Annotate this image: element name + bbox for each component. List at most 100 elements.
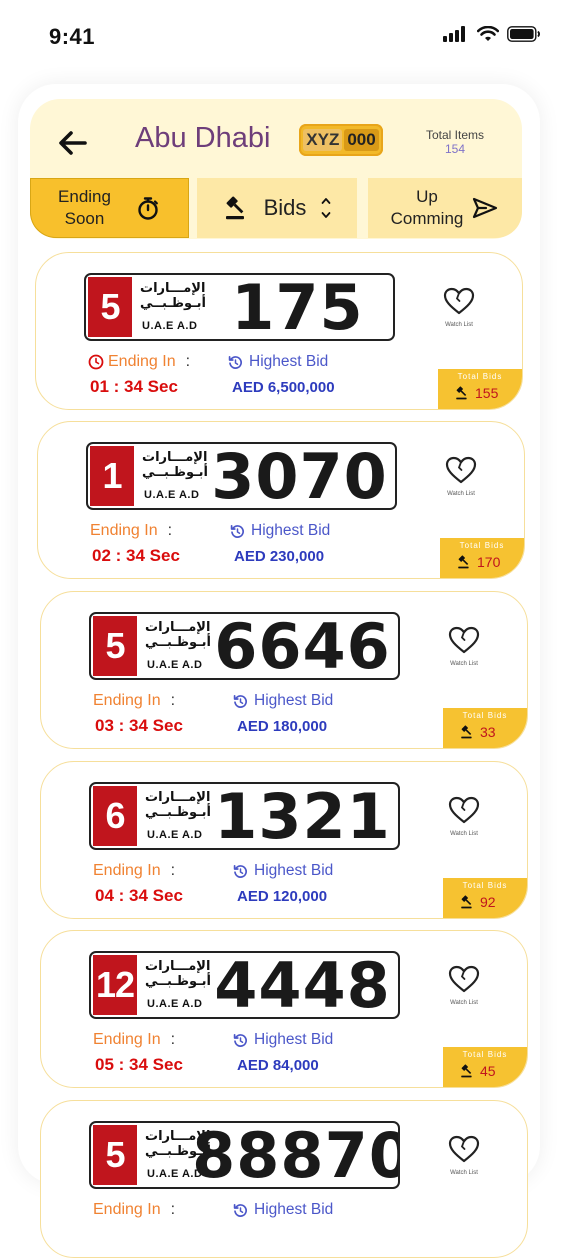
watch-list-button[interactable]: Watch List	[444, 964, 484, 1006]
clock-icon	[88, 354, 104, 370]
watch-list-label: Watch List	[450, 1000, 478, 1006]
gavel-icon	[461, 895, 472, 909]
listing-card[interactable]: 6 الإمـــارات أبـوظـبــي U.A.E A.D 1321 …	[40, 761, 528, 919]
send-icon	[473, 197, 498, 219]
tab-upcoming-line1: Up	[416, 187, 438, 206]
plate-arabic-line1: الإمـــارات	[145, 790, 211, 805]
ending-in-label: Ending In :	[93, 862, 175, 880]
highest-bid-label: Highest Bid	[228, 353, 328, 371]
watch-list-button[interactable]: Watch List	[444, 625, 484, 667]
listing-card[interactable]: 5 الإمـــارات أبـوظـبــي U.A.E A.D 6646 …	[40, 591, 528, 749]
total-bids-label: Total Bids	[462, 1050, 508, 1059]
watch-list-label: Watch List	[450, 1170, 478, 1176]
total-bids-count: 170	[477, 554, 501, 570]
plate-arabic-line2: أبـوظـبــي	[145, 805, 211, 820]
total-bids-value-row: 33	[459, 724, 496, 740]
gavel-icon	[461, 725, 472, 739]
heart-icon	[448, 1135, 480, 1163]
plate-number: 88870	[192, 1121, 400, 1189]
listing-card[interactable]: 5 الإمـــارات أبـوظـبــي U.A.E A.D 88870…	[40, 1100, 528, 1258]
plate-arabic-text: الإمـــارات أبـوظـبــي	[140, 281, 206, 311]
highest-bid-text: Highest Bid	[251, 522, 331, 539]
plate-code: 12	[93, 955, 137, 1015]
total-bids-label: Total Bids	[459, 541, 505, 550]
status-bar: 9:41	[0, 0, 563, 70]
watch-list-button[interactable]: Watch List	[439, 286, 479, 328]
time-left: 01 : 34 Sec	[90, 377, 178, 396]
ending-in-colon: :	[170, 862, 176, 879]
total-bids-count: 33	[480, 724, 496, 740]
listing-card[interactable]: 5 الإمـــارات أبـوظـبــي U.A.E A.D 175 W…	[35, 252, 523, 410]
tab-bids[interactable]: Bids	[197, 178, 357, 238]
heart-icon	[448, 626, 480, 654]
tab-upcoming[interactable]: Up Comming	[368, 178, 522, 238]
total-bids-badge: Total Bids 45	[443, 1047, 527, 1087]
ending-in-label: Ending In :	[93, 692, 175, 710]
status-time: 9:41	[49, 24, 96, 49]
highest-bid-value: AED 120,000	[237, 888, 328, 905]
stopwatch-icon	[138, 197, 158, 220]
gavel-icon	[456, 386, 467, 400]
highest-bid-label: Highest Bid	[233, 692, 333, 710]
total-bids-value-row: 92	[459, 894, 496, 910]
plate-emirate-text: U.A.E A.D	[144, 489, 200, 501]
watch-list-label: Watch List	[445, 322, 473, 328]
time-left: 02 : 34 Sec	[92, 546, 180, 565]
plate-arabic-text: الإمـــارات أبـوظـبــي	[145, 790, 211, 820]
plate-arabic-line1: الإمـــارات	[140, 281, 206, 296]
total-bids-value-row: 170	[456, 554, 500, 570]
plate-emirate-text: U.A.E A.D	[147, 659, 203, 671]
heart-icon	[443, 287, 475, 315]
heart-icon	[445, 456, 477, 484]
signal-icon	[443, 26, 465, 42]
watch-list-button[interactable]: Watch List	[441, 455, 481, 497]
highest-bid-text: Highest Bid	[254, 1031, 334, 1048]
highest-bid-label: Highest Bid	[233, 862, 333, 880]
number-plate: 1 الإمـــارات أبـوظـبــي U.A.E A.D 3070	[86, 442, 397, 510]
ending-in-text: Ending In	[93, 692, 161, 709]
number-plate: 5 الإمـــارات أبـوظـبــي U.A.E A.D 88870	[89, 1121, 400, 1189]
page-title: Abu Dhabi	[135, 122, 271, 154]
tab-ending-soon-label: Ending Soon	[58, 186, 111, 230]
heart-icon	[448, 796, 480, 824]
gavel-icon	[461, 1064, 472, 1078]
highest-bid-text: Highest Bid	[254, 692, 334, 709]
total-items-value: 154	[444, 142, 466, 156]
tab-upcoming-label: Up Comming	[391, 186, 464, 230]
total-bids-badge: Total Bids 155	[438, 369, 522, 409]
plate-arabic-line2: أبـوظـبــي	[145, 635, 211, 650]
total-bids-label: Total Bids	[457, 372, 503, 381]
ending-in-label: Ending In :	[88, 353, 190, 371]
listing-card[interactable]: 12 الإمـــارات أبـوظـبــي U.A.E A.D 4448…	[40, 930, 528, 1088]
highest-bid-label: Highest Bid	[233, 1201, 333, 1219]
heart-icon	[448, 965, 480, 993]
plate-arabic-line1: الإمـــارات	[145, 959, 211, 974]
total-bids-label: Total Bids	[462, 711, 508, 720]
plate-code: 1	[90, 446, 134, 506]
ending-in-label: Ending In :	[93, 1201, 175, 1219]
highest-bid-value: AED 180,000	[237, 718, 328, 735]
back-arrow-icon[interactable]	[55, 125, 91, 161]
history-icon	[233, 864, 247, 878]
total-bids-value-row: 155	[454, 385, 498, 401]
tab-ending-line2: Soon	[64, 209, 105, 228]
listing-card[interactable]: 1 الإمـــارات أبـوظـبــي U.A.E A.D 3070 …	[37, 421, 525, 579]
watch-list-button[interactable]: Watch List	[444, 1134, 484, 1176]
total-bids-value-row: 45	[459, 1063, 496, 1079]
plate-number: 6646	[214, 612, 391, 680]
highest-bid-text: Highest Bid	[254, 1201, 334, 1218]
total-bids-count: 45	[480, 1063, 496, 1079]
tab-ending-soon[interactable]: Ending Soon	[30, 178, 189, 238]
plate-arabic-text: الإمـــارات أبـوظـبــي	[142, 450, 208, 480]
ending-in-colon: :	[185, 353, 191, 370]
plate-number: 4448	[214, 951, 391, 1019]
wifi-icon	[477, 26, 499, 41]
highest-bid-label: Highest Bid	[233, 1031, 333, 1049]
ending-in-label: Ending In :	[93, 1031, 175, 1049]
battery-icon	[507, 26, 540, 42]
tab-upcoming-line2: Comming	[390, 209, 464, 228]
sort-arrows-icon[interactable]	[320, 194, 332, 222]
gavel-icon	[458, 555, 469, 569]
number-plate: 6 الإمـــارات أبـوظـبــي U.A.E A.D 1321	[89, 782, 400, 850]
watch-list-button[interactable]: Watch List	[444, 795, 484, 837]
